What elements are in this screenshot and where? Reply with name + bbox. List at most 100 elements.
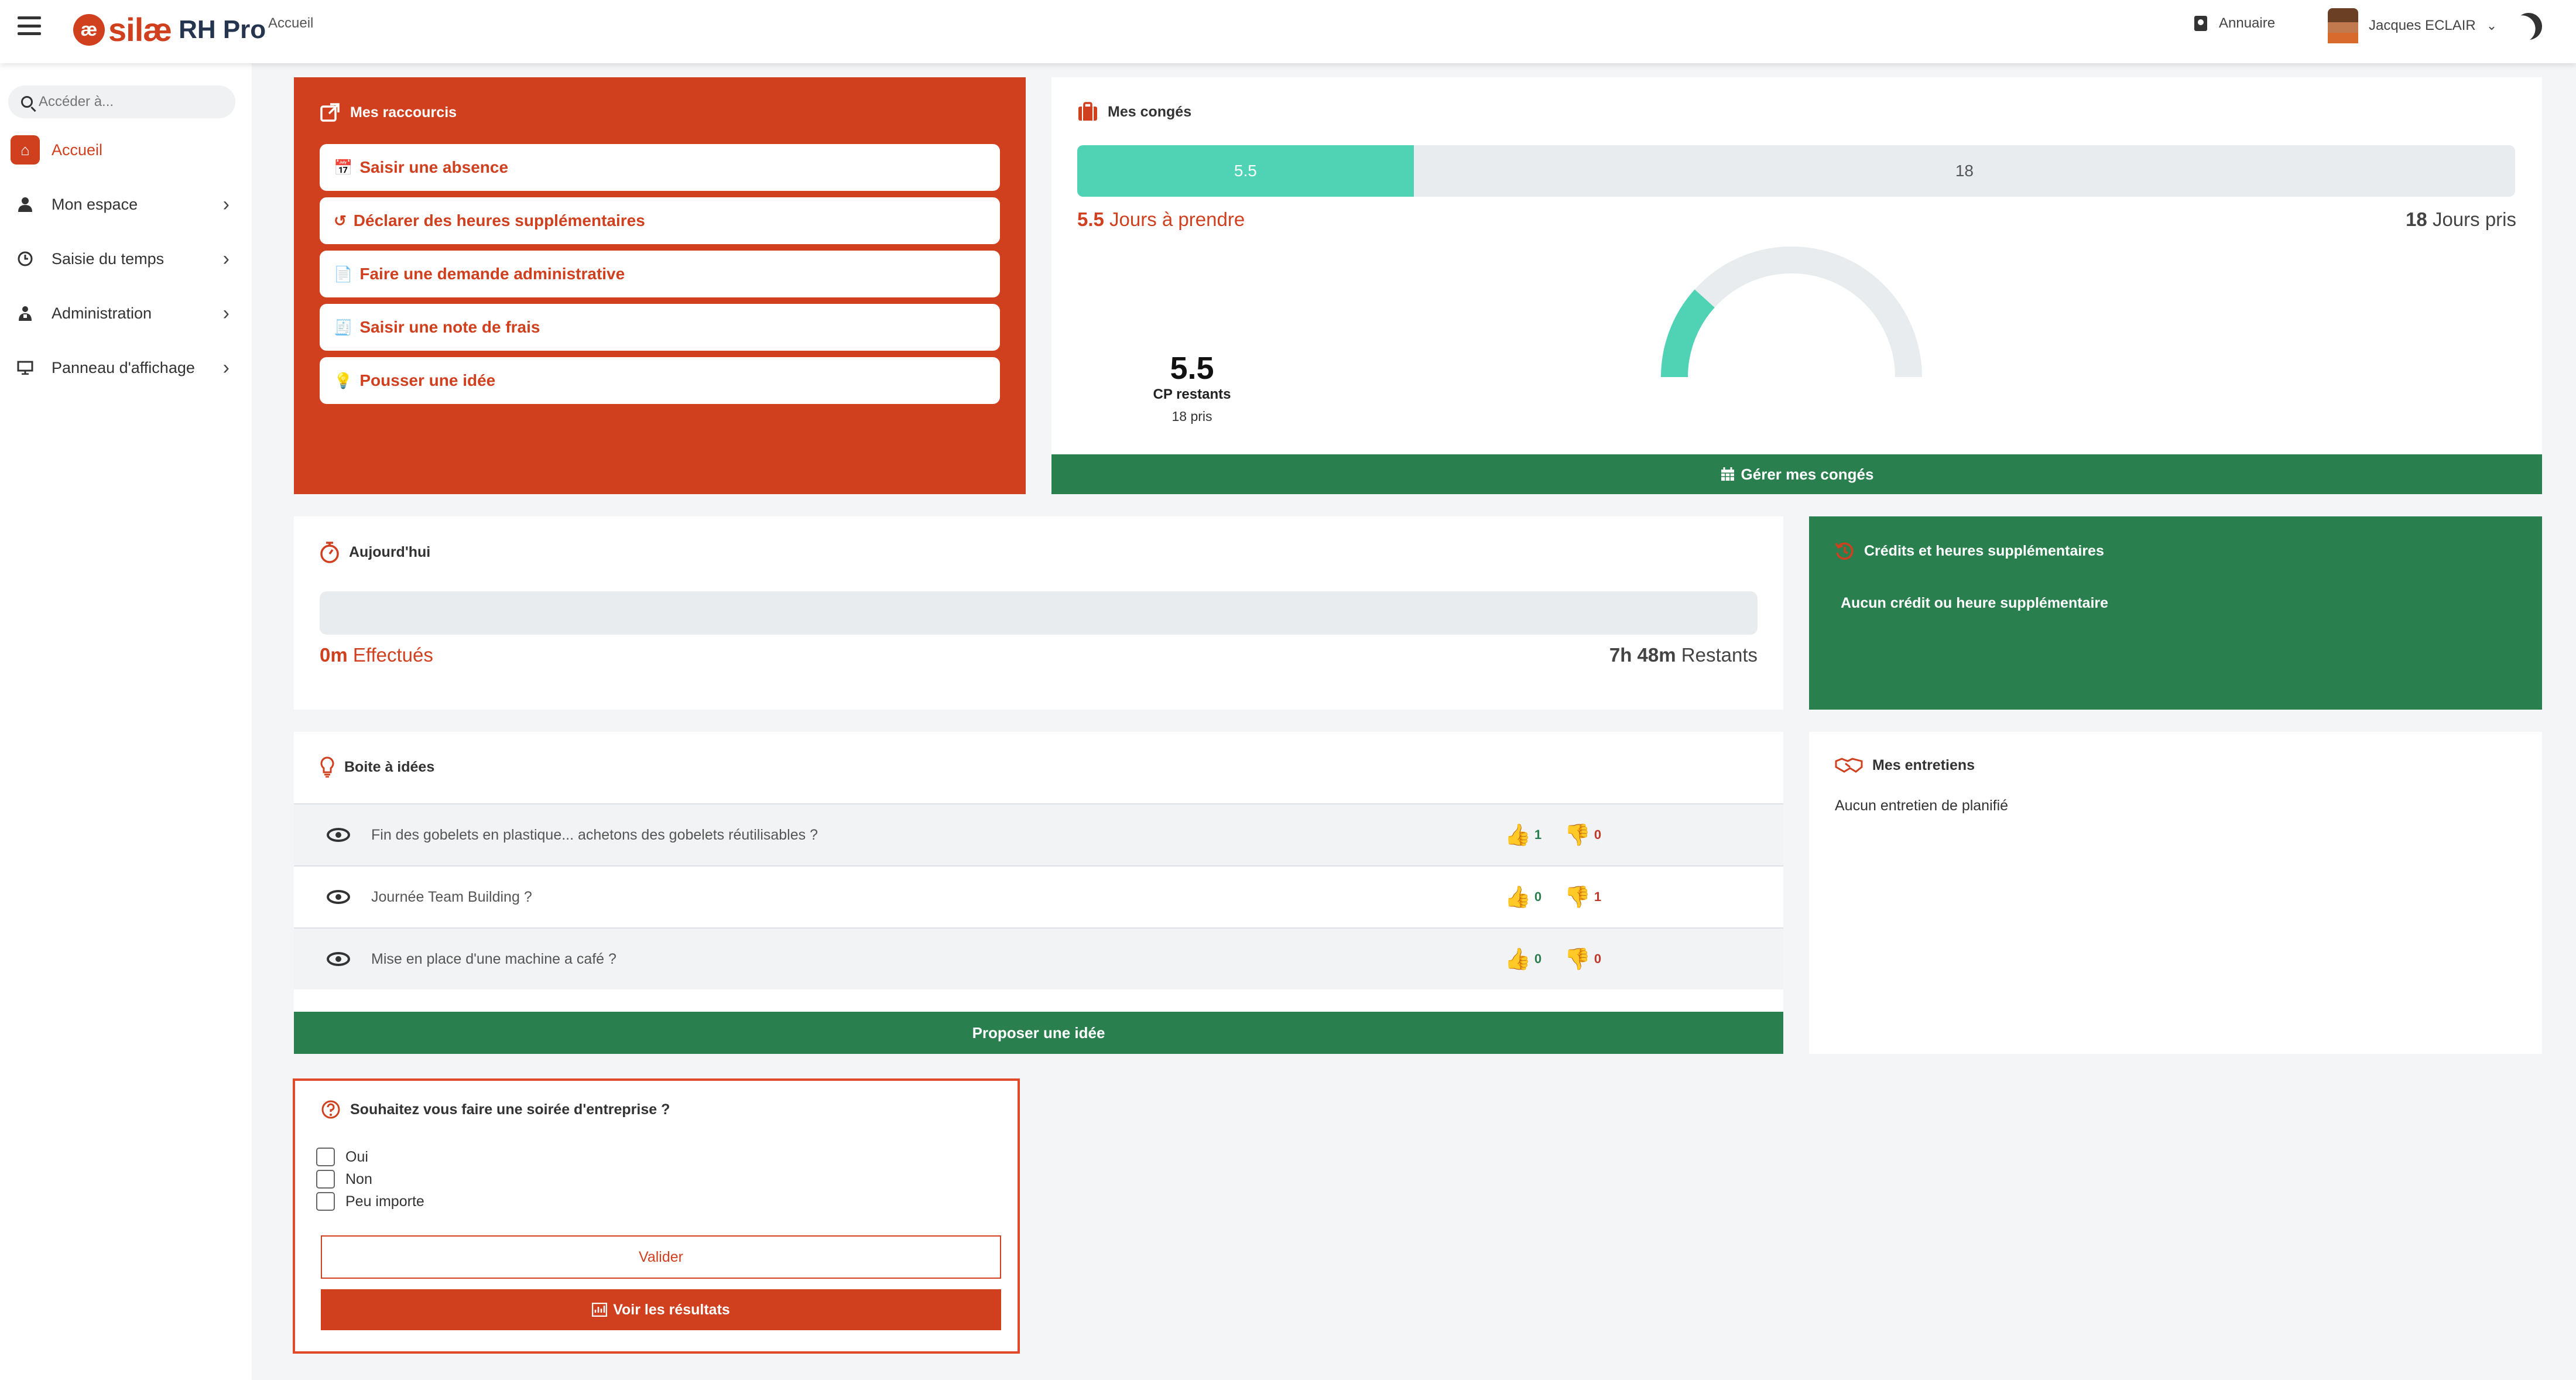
sidebar-item-administration[interactable]: Administration › (8, 292, 235, 334)
checkbox[interactable] (316, 1170, 335, 1189)
shortcuts-title: Mes raccourcis (320, 102, 457, 123)
shortcut-note-de-frais[interactable]: 🧾 Saisir une note de frais (320, 304, 1000, 351)
see-results-button[interactable]: Voir les résultats (321, 1289, 1001, 1330)
validate-button[interactable]: Valider (321, 1235, 1001, 1279)
interviews-card: Mes entretiens Aucun entretien de planif… (1809, 732, 2542, 1054)
external-link-icon (320, 103, 340, 122)
table-row: Mise en place d'une machine a café ? 👍 0 … (294, 927, 1783, 989)
credits-message: Aucun crédit ou heure supplémentaire (1841, 595, 2109, 611)
user-menu[interactable]: Jacques ECLAIR ⌄ (2328, 8, 2497, 43)
credits-title: Crédits et heures supplémentaires (1835, 541, 2104, 561)
eye-icon[interactable] (327, 952, 350, 966)
search-input[interactable] (39, 94, 226, 110)
eye-icon[interactable] (327, 890, 350, 904)
sidebar-search[interactable] (8, 85, 235, 118)
shortcut-saisir-absence[interactable]: 📅 Saisir une absence (320, 144, 1000, 191)
sidebar-item-label: Mon espace (52, 195, 138, 213)
upvote-button[interactable]: 👍 0 (1505, 947, 1542, 971)
time-done-text: Effectués (347, 644, 433, 666)
poll-title: Souhaitez vous faire une soirée d'entrep… (321, 1100, 670, 1119)
shortcuts-title-label: Mes raccourcis (350, 104, 457, 121)
today-card: Aujourd'hui 0m Effectués 7h 48m Restants (294, 516, 1783, 710)
idea-text: Mise en place d'une machine a café ? (371, 950, 616, 967)
shortcut-pousser-idee[interactable]: 💡 Pousser une idée (320, 357, 1000, 404)
sidebar-item-panneau-d-affichage[interactable]: Panneau d'affichage › (8, 347, 235, 389)
calendar-icon: 📅 (334, 158, 353, 176)
credits-title-label: Crédits et heures supplémentaires (1864, 542, 2104, 559)
downvote-button[interactable]: 👎 1 (1564, 885, 1601, 909)
ideas-card: Boite à idées Fin des gobelets en plasti… (294, 732, 1783, 1054)
leave-taken-segment: 18 (1955, 162, 1974, 180)
checkbox[interactable] (316, 1192, 335, 1211)
thumbs-down-icon: 👎 (1564, 823, 1591, 847)
annuaire-link[interactable]: Annuaire (2194, 15, 2275, 32)
days-remaining-text: Jours à prendre (1104, 208, 1245, 230)
days-taken-value: 18 (2406, 208, 2427, 230)
app-logo[interactable]: æ silæ RH Pro (73, 11, 266, 49)
interviews-message: Aucun entretien de planifié (1835, 797, 2009, 814)
sidebar: ⌂ Accueil Mon espace › Saisie du temps ›… (0, 63, 252, 1380)
lightbulb-icon (320, 756, 334, 778)
table-row: Journée Team Building ? 👍 0 👎 1 (294, 865, 1783, 927)
poll-question: Souhaitez vous faire une soirée d'entrep… (350, 1101, 670, 1118)
logo-mark: æ (73, 13, 105, 46)
propose-idea-button[interactable]: Proposer une idée (294, 1012, 1783, 1054)
thumbs-up-icon: 👍 (1505, 947, 1531, 971)
days-remaining: 5.5 Jours à prendre (1077, 208, 1245, 231)
thumbs-up-icon: 👍 (1505, 823, 1531, 847)
thumbs-up-icon: 👍 (1505, 885, 1531, 909)
user-name: Jacques ECLAIR (2369, 18, 2476, 33)
poll-option-label: Peu importe (345, 1193, 424, 1210)
upvote-button[interactable]: 👍 0 (1505, 885, 1542, 909)
sidebar-item-label: Administration (52, 304, 152, 322)
chevron-right-icon: › (222, 247, 229, 270)
sidebar-item-label: Accueil (52, 141, 103, 159)
poll-option-oui[interactable]: Oui (316, 1148, 368, 1166)
eye-icon[interactable] (327, 828, 350, 842)
chart-icon (592, 1303, 608, 1317)
chevron-down-icon: ⌄ (2486, 18, 2498, 33)
credits-card: Crédits et heures supplémentaires Aucun … (1809, 516, 2542, 710)
downvote-button[interactable]: 👎 0 (1564, 823, 1601, 847)
shortcuts-card: Mes raccourcis 📅 Saisir une absence ↺ Dé… (294, 77, 1026, 494)
upvote-button[interactable]: 👍 1 (1505, 823, 1542, 847)
sidebar-item-accueil[interactable]: ⌂ Accueil (8, 129, 235, 171)
checkbox[interactable] (316, 1148, 335, 1166)
downvote-count: 1 (1594, 889, 1602, 904)
thumbs-down-icon: 👎 (1564, 947, 1591, 971)
handshake-icon (1835, 758, 1863, 773)
shortcut-label: Saisir une note de frais (359, 318, 540, 336)
time-remaining: 7h 48m Restants (1609, 644, 1758, 666)
today-title-label: Aujourd'hui (349, 543, 431, 560)
poll-option-non[interactable]: Non (316, 1170, 372, 1189)
annuaire-label: Annuaire (2219, 15, 2276, 31)
thumbs-down-icon: 👎 (1564, 885, 1591, 909)
sidebar-item-mon-espace[interactable]: Mon espace › (8, 183, 235, 225)
chevron-right-icon: › (222, 356, 229, 379)
leave-title: Mes congés (1077, 102, 1191, 122)
manage-leave-label: Gérer mes congés (1741, 465, 1874, 483)
manage-leave-button[interactable]: Gérer mes congés (1051, 454, 2542, 494)
poll-option-peu-importe[interactable]: Peu importe (316, 1192, 424, 1211)
leave-title-label: Mes congés (1108, 103, 1192, 120)
interviews-title-label: Mes entretiens (1872, 756, 1975, 773)
history-icon (1835, 542, 1854, 560)
shortcut-heures-supplementaires[interactable]: ↺ Déclarer des heures supplémentaires (320, 197, 1000, 244)
gauge-value-arc (1661, 289, 1715, 378)
breadcrumb[interactable]: Accueil (268, 15, 313, 32)
time-remaining-value: 7h 48m (1609, 644, 1676, 666)
dark-mode-moon-icon[interactable] (2510, 8, 2547, 45)
gauge-track (1661, 246, 1922, 378)
suitcase-icon (1078, 102, 1097, 121)
leave-remaining-segment: 5.5 (1077, 145, 1414, 197)
hamburger-menu-icon[interactable] (18, 16, 41, 35)
display-board-icon (11, 353, 40, 382)
chevron-right-icon: › (222, 193, 229, 215)
table-row: Fin des gobelets en plastique... acheton… (294, 803, 1783, 865)
sidebar-item-saisie-du-temps[interactable]: Saisie du temps › (8, 238, 235, 280)
contact-book-icon (2194, 16, 2207, 31)
gauge-sub: 18 pris (1171, 409, 1212, 424)
shortcut-demande-administrative[interactable]: 📄 Faire une demande administrative (320, 251, 1000, 297)
downvote-button[interactable]: 👎 0 (1564, 947, 1601, 971)
avatar (2328, 8, 2358, 43)
